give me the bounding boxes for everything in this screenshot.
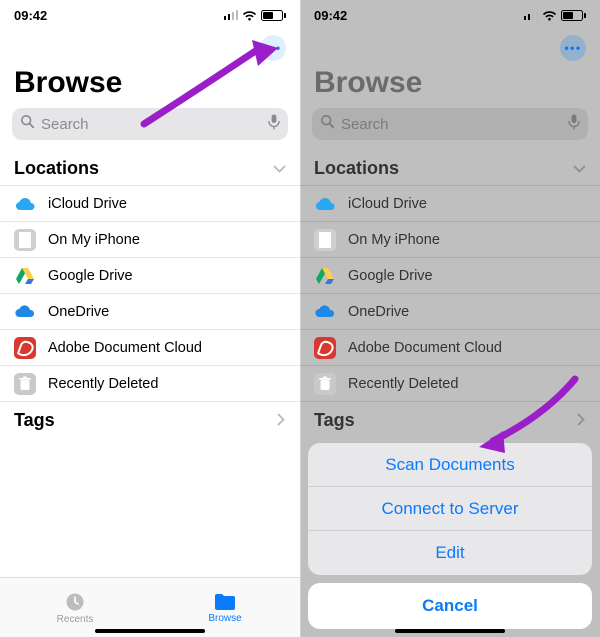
- acrobat-icon: [14, 337, 36, 359]
- trash-icon: [14, 373, 36, 395]
- action-edit[interactable]: Edit: [308, 531, 592, 575]
- search-input[interactable]: Search: [12, 108, 288, 140]
- cloud-icon: [14, 193, 36, 215]
- screenshot-left: 09:42 ••• Browse Search Locations: [0, 0, 300, 637]
- location-on-my-iphone[interactable]: On My iPhone: [0, 222, 300, 258]
- tags-header[interactable]: Tags: [0, 402, 300, 437]
- status-time: 09:42: [14, 8, 47, 23]
- google-drive-icon: [14, 265, 36, 287]
- more-button[interactable]: •••: [260, 35, 286, 61]
- home-indicator: [95, 629, 205, 633]
- location-google-drive[interactable]: Google Drive: [0, 258, 300, 294]
- folder-icon: [213, 592, 237, 612]
- cellular-icon: [224, 10, 239, 20]
- action-scan-documents[interactable]: Scan Documents: [308, 443, 592, 487]
- status-bar: 09:42: [0, 0, 300, 30]
- location-icloud[interactable]: iCloud Drive: [0, 186, 300, 222]
- action-connect-to-server[interactable]: Connect to Server: [308, 487, 592, 531]
- screenshot-right: 09:42 ••• Browse Search Locations iCloud…: [300, 0, 600, 637]
- onedrive-icon: [14, 301, 36, 323]
- locations-header[interactable]: Locations: [0, 150, 300, 185]
- search-placeholder: Search: [41, 116, 268, 133]
- action-cancel[interactable]: Cancel: [308, 583, 592, 629]
- chevron-down-icon: [273, 158, 286, 179]
- action-sheet-options: Scan Documents Connect to Server Edit: [308, 443, 592, 575]
- locations-list: iCloud Drive On My iPhone Google Drive O…: [0, 185, 300, 402]
- clock-icon: [64, 591, 86, 613]
- location-adobe[interactable]: Adobe Document Cloud: [0, 330, 300, 366]
- battery-icon: [261, 10, 286, 21]
- page-title: Browse: [0, 66, 300, 108]
- tab-bar: Recents Browse: [0, 577, 300, 637]
- screenshot-divider: [300, 0, 301, 637]
- location-onedrive[interactable]: OneDrive: [0, 294, 300, 330]
- status-indicators: [224, 10, 287, 21]
- nav-bar: •••: [0, 30, 300, 66]
- wifi-icon: [242, 10, 257, 21]
- location-recently-deleted[interactable]: Recently Deleted: [0, 366, 300, 402]
- chevron-right-icon: [277, 410, 286, 431]
- action-sheet: Scan Documents Connect to Server Edit Ca…: [308, 443, 592, 629]
- mic-icon[interactable]: [268, 114, 280, 135]
- phone-icon: [14, 229, 36, 251]
- search-icon: [20, 114, 35, 134]
- home-indicator: [395, 629, 505, 633]
